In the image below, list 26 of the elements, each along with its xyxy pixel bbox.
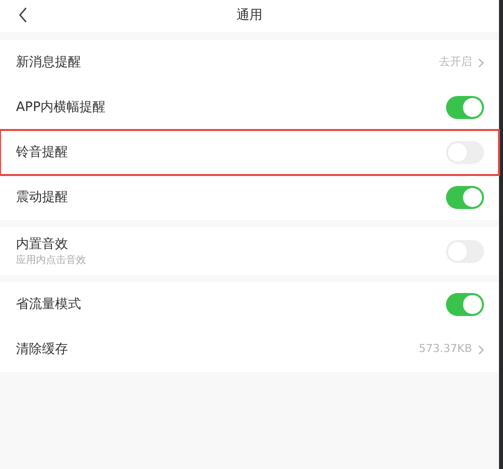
back-icon[interactable] <box>18 7 28 23</box>
setting-row[interactable]: APP内横幅提醒 <box>0 85 499 130</box>
setting-label: 铃音提醒 <box>16 144 68 162</box>
setting-label: 清除缓存 <box>16 340 68 359</box>
setting-row[interactable]: 内置音效 应用内点击音效 <box>0 227 499 275</box>
page-title: 通用 <box>236 7 262 26</box>
setting-row[interactable]: 清除缓存 573.37KB <box>0 327 499 372</box>
toggle-switch[interactable] <box>446 186 484 209</box>
setting-description: 应用内点击音效 <box>16 254 86 267</box>
setting-row[interactable]: 省流量模式 <box>0 282 499 327</box>
chevron-right-icon <box>478 344 484 354</box>
setting-row[interactable]: 震动提醒 <box>0 175 499 220</box>
setting-row[interactable]: 新消息提醒 去开启 <box>0 40 499 85</box>
setting-label: 内置音效 <box>16 236 69 254</box>
setting-value: 573.37KB <box>418 341 472 358</box>
toggle-switch[interactable] <box>446 293 484 316</box>
setting-label: APP内横幅提醒 <box>16 98 106 117</box>
highlighted-setting-row[interactable]: 铃音提醒 <box>0 130 499 175</box>
setting-label: 震动提醒 <box>16 188 68 207</box>
setting-label: 新消息提醒 <box>16 54 81 72</box>
toggle-switch[interactable] <box>446 141 484 164</box>
setting-label: 省流量模式 <box>16 296 81 314</box>
toggle-switch[interactable] <box>446 96 484 119</box>
chevron-right-icon <box>478 58 484 68</box>
setting-value: 去开启 <box>439 54 472 70</box>
toggle-switch[interactable] <box>446 240 484 262</box>
